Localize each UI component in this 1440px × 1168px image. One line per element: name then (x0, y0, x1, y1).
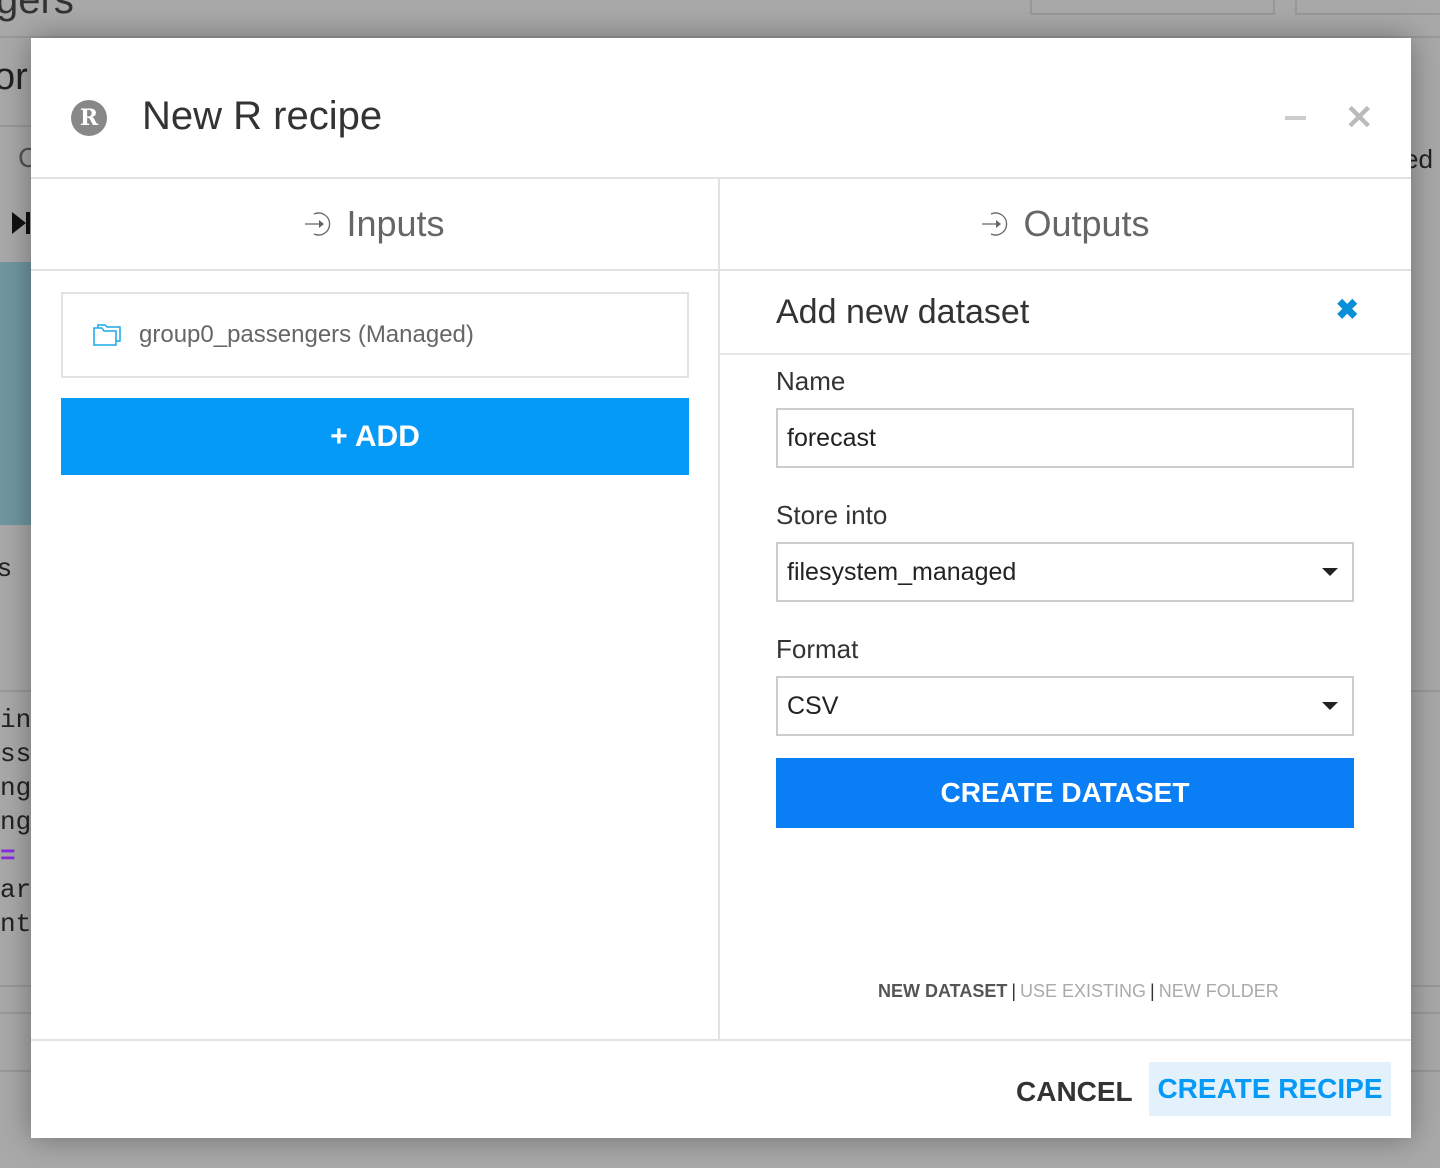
close-button[interactable]: ✕ (1345, 98, 1374, 138)
code-line: in (0, 705, 32, 735)
modal-footer: CANCEL CREATE RECIPE (31, 1039, 1411, 1138)
new-r-recipe-modal: R New R recipe ✕ Inputs group0_passenger… (31, 38, 1411, 1138)
code-line: = (0, 841, 16, 871)
outputs-title: Outputs (1023, 203, 1150, 244)
new-dataset-panel: Add new dataset ✖ Name forecast Store in… (720, 271, 1411, 1131)
code-line: ss (0, 739, 32, 769)
new-dataset-title: Add new dataset (776, 293, 1030, 331)
modal-header: R New R recipe ✕ (31, 38, 1411, 179)
format-value: CSV (787, 692, 839, 720)
folder-icon (93, 324, 121, 346)
bg-teal-panel (0, 262, 31, 525)
format-label: Format (776, 634, 859, 664)
bg-code: in ss ng ng = ar nt (0, 703, 31, 941)
bg-heading-fragment: or (0, 56, 28, 98)
format-select[interactable]: CSV (776, 676, 1354, 736)
bg-input (1295, 0, 1440, 15)
new-dataset-header: Add new dataset ✖ (720, 271, 1411, 355)
sign-in-arrow-icon (982, 212, 1008, 236)
code-line: ar (0, 875, 32, 905)
caret-down-icon (1322, 568, 1338, 576)
code-line: ng (0, 773, 32, 803)
code-line: nt (0, 909, 32, 939)
play-icon[interactable] (12, 212, 26, 234)
outputs-column: Outputs Add new dataset ✖ Name forecast … (720, 179, 1411, 1039)
cancel-button[interactable]: CANCEL (1016, 1076, 1133, 1108)
inputs-title: Inputs (346, 203, 445, 244)
minimize-button[interactable] (1285, 116, 1306, 120)
store-into-select[interactable]: filesystem_managed (776, 542, 1354, 602)
code-line: ng (0, 807, 32, 837)
modal-title: New R recipe (142, 94, 383, 138)
mode-new-dataset[interactable]: NEW DATASET (878, 981, 1007, 1001)
outputs-header: Outputs (720, 179, 1411, 271)
bg-label-fragment: s (0, 552, 11, 582)
sign-in-arrow-icon (305, 212, 331, 236)
input-dataset-label: group0_passengers (Managed) (139, 321, 474, 348)
create-recipe-button[interactable]: CREATE RECIPE (1149, 1062, 1391, 1116)
bg-divider (0, 125, 31, 127)
name-input[interactable]: forecast (776, 408, 1354, 468)
input-dataset-item[interactable]: group0_passengers (Managed) (61, 292, 689, 378)
name-label: Name (776, 366, 846, 396)
mode-use-existing[interactable]: USE EXISTING (1020, 981, 1146, 1001)
bg-input (1030, 0, 1275, 15)
r-logo-icon: R (71, 100, 107, 136)
caret-down-icon (1322, 702, 1338, 710)
store-into-label: Store into (776, 500, 888, 530)
bg-top-text: gers (0, 0, 74, 22)
mode-new-folder[interactable]: NEW FOLDER (1159, 981, 1279, 1001)
play-bar-icon (26, 212, 30, 234)
create-dataset-button[interactable]: CREATE DATASET (776, 758, 1354, 828)
store-into-value: filesystem_managed (787, 558, 1017, 586)
inputs-column: Inputs group0_passengers (Managed) + ADD (31, 179, 720, 1039)
add-input-button[interactable]: + ADD (61, 398, 689, 475)
close-new-dataset-icon[interactable]: ✖ (1336, 293, 1359, 326)
inputs-header: Inputs (31, 179, 718, 271)
output-mode-switcher: NEW DATASET | USE EXISTING | NEW FOLDER (878, 981, 1279, 1001)
